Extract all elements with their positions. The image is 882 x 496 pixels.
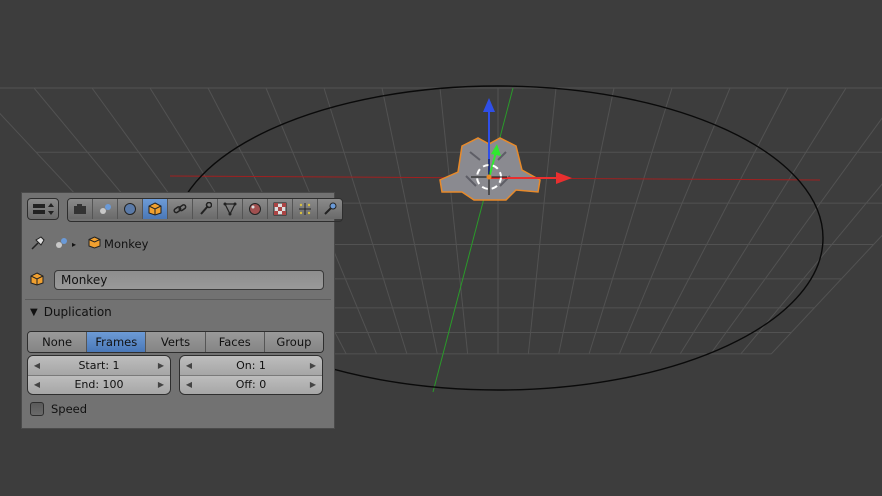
- on-frames-field[interactable]: ◀ On: 1 ▶: [180, 356, 322, 375]
- object-cube-icon: [30, 271, 44, 290]
- speed-option[interactable]: Speed: [30, 402, 87, 416]
- decrement-arrow-icon[interactable]: ◀: [184, 376, 194, 394]
- scene-icon: [54, 236, 68, 253]
- object-name-field[interactable]: [54, 270, 324, 290]
- object-name-row: [30, 269, 324, 291]
- duplication-section-header[interactable]: ▼ Duplication: [30, 304, 112, 320]
- collapse-triangle-icon: ▼: [30, 306, 38, 318]
- object-cube-icon[interactable]: [143, 199, 168, 219]
- dup-verts-button[interactable]: Verts: [146, 332, 206, 352]
- increment-arrow-icon[interactable]: ▶: [156, 356, 166, 375]
- constraints-link-icon[interactable]: [168, 199, 193, 219]
- increment-arrow-icon[interactable]: ▶: [308, 356, 318, 375]
- view-layout-icon[interactable]: [27, 198, 59, 220]
- frame-range-fields: ◀ Start: 1 ▶ ◀ End: 100 ▶: [27, 355, 171, 395]
- decrement-arrow-icon[interactable]: ◀: [32, 376, 42, 394]
- render-camera-icon[interactable]: [68, 199, 93, 219]
- start-frame-field[interactable]: ◀ Start: 1 ▶: [28, 356, 170, 375]
- dup-group-button[interactable]: Group: [264, 332, 323, 352]
- object-cube-icon: [88, 236, 101, 252]
- dup-faces-button[interactable]: Faces: [205, 332, 265, 352]
- section-title: Duplication: [43, 305, 112, 319]
- decrement-arrow-icon[interactable]: ◀: [32, 356, 42, 375]
- section-divider: [25, 299, 331, 300]
- breadcrumb-object-name: Monkey: [104, 237, 149, 251]
- modifiers-wrench-icon[interactable]: [193, 199, 218, 219]
- duplication-mode-selector: None Frames Verts Faces Group: [27, 331, 324, 353]
- z-arrow-icon[interactable]: [483, 98, 495, 112]
- texture-icon[interactable]: [268, 199, 293, 219]
- scene-icon[interactable]: [93, 199, 118, 219]
- world-icon[interactable]: [118, 199, 143, 219]
- pin-icon[interactable]: [30, 235, 46, 254]
- on-off-fields: ◀ On: 1 ▶ ◀ Off: 0 ▶: [179, 355, 323, 395]
- speed-label: Speed: [51, 402, 88, 416]
- physics-icon[interactable]: [318, 199, 342, 219]
- end-frame-field[interactable]: ◀ End: 100 ▶: [28, 375, 170, 394]
- off-frames-field[interactable]: ◀ Off: 0 ▶: [180, 375, 322, 394]
- dup-frames-button[interactable]: Frames: [87, 332, 147, 352]
- properties-tabs: [67, 198, 343, 222]
- breadcrumb-chevron-icon: ▸: [72, 239, 77, 249]
- decrement-arrow-icon[interactable]: ◀: [184, 356, 194, 375]
- material-icon[interactable]: [243, 199, 268, 219]
- increment-arrow-icon[interactable]: ▶: [308, 376, 318, 394]
- increment-arrow-icon[interactable]: ▶: [156, 376, 166, 394]
- dup-none-button[interactable]: None: [28, 332, 88, 352]
- speed-checkbox[interactable]: [30, 402, 44, 416]
- context-bar: [27, 198, 343, 222]
- particles-icon[interactable]: [293, 199, 318, 219]
- origin-dot-icon: [486, 174, 492, 180]
- properties-panel: ▸ Monkey ▼ Duplication None Frames Verts…: [21, 192, 343, 429]
- breadcrumb: ▸ Monkey: [30, 235, 149, 254]
- data-mesh-icon[interactable]: [218, 199, 243, 219]
- x-arrow-icon[interactable]: [556, 172, 572, 184]
